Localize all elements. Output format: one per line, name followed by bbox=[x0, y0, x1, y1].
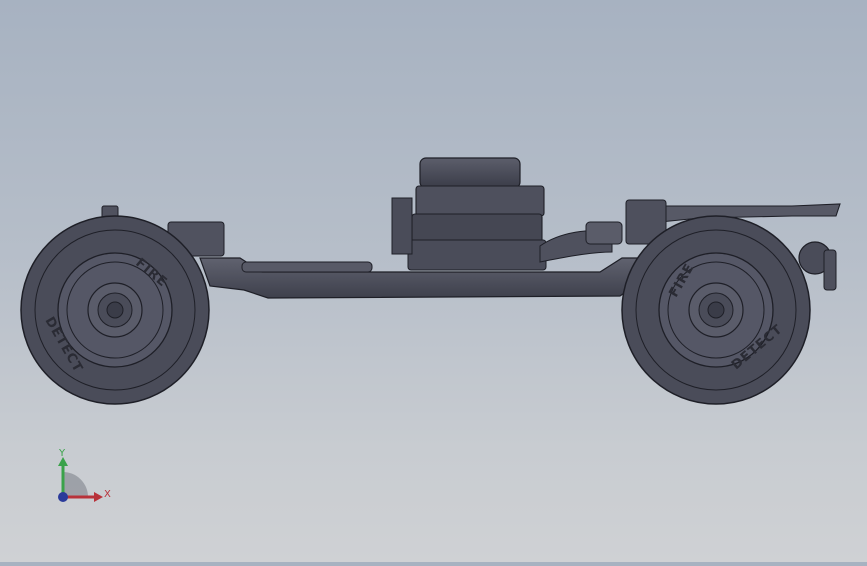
frame-crossmember bbox=[241, 261, 373, 273]
triad-y-label: Y bbox=[58, 448, 66, 459]
reference-triad: Y X bbox=[58, 448, 111, 502]
triad-x-label: X bbox=[104, 489, 111, 500]
cad-viewport[interactable]: FIRE DETECT FIRE DETECT Y X bbox=[0, 0, 867, 562]
rear-wheel: FIRE DETECT bbox=[621, 215, 811, 405]
engine-assembly bbox=[391, 157, 623, 271]
model-graphics[interactable]: FIRE DETECT FIRE DETECT Y X bbox=[0, 0, 867, 562]
front-wheel: FIRE DETECT bbox=[20, 215, 210, 405]
